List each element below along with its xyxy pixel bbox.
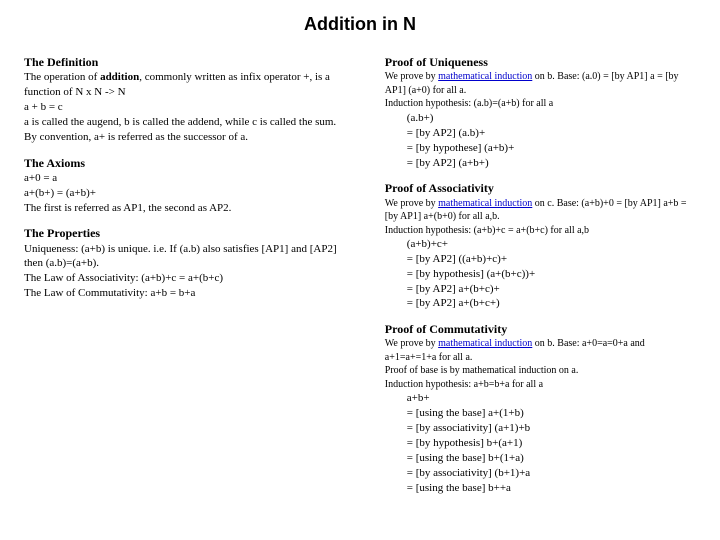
commutativity-proof-base: Proof of base is by mathematical inducti…: [385, 364, 696, 378]
commutativity-step: a+b+: [407, 391, 696, 406]
uniqueness-step: = [by AP2] (a.b)+: [407, 126, 696, 141]
associativity-step: = [by hypothesis] (a+(b+c))+: [407, 267, 696, 282]
left-column: The Definition The operation of addition…: [24, 48, 351, 495]
definition-successor: By convention, a+ is referred as the suc…: [24, 130, 351, 145]
associativity-step: = [by AP2] a+(b+c)+: [407, 282, 696, 297]
uniqueness-ih: Induction hypothesis: (a.b)=(a+b) for al…: [385, 97, 696, 111]
right-column: Proof of Uniqueness We prove by mathemat…: [385, 48, 696, 495]
prop-uniqueness: Uniqueness: (a+b) is unique. i.e. If (a.…: [24, 242, 351, 257]
axiom-names: The first is referred as AP1, the second…: [24, 201, 351, 216]
definition-line: The operation of addition, commonly writ…: [24, 70, 351, 100]
commutativity-step: = [using the base] b++a: [407, 481, 696, 496]
commutativity-step: = [using the base] a+(1+b): [407, 406, 696, 421]
mathematical-induction-link[interactable]: mathematical induction: [438, 198, 532, 209]
associativity-step: = [by AP2] ((a+b)+c)+: [407, 252, 696, 267]
uniqueness-step: = [by hypothese] (a+b)+: [407, 141, 696, 156]
associativity-step: (a+b)+c+: [407, 237, 696, 252]
mathematical-induction-link[interactable]: mathematical induction: [438, 338, 532, 349]
prop-commutativity: The Law of Commutativity: a+b = b+a: [24, 286, 351, 301]
page-title: Addition in N: [24, 12, 696, 36]
commutativity-step: = [by hypothesis] b+(a+1): [407, 436, 696, 451]
associativity-heading: Proof of Associativity: [385, 180, 696, 196]
definition-terms: a is called the augend, b is called the …: [24, 115, 351, 130]
associativity-base: We prove by mathematical induction on c.…: [385, 197, 696, 224]
uniqueness-heading: Proof of Uniqueness: [385, 54, 696, 70]
uniqueness-base: We prove by mathematical induction on b.…: [385, 70, 696, 97]
commutativity-step: = [by associativity] (a+1)+b: [407, 421, 696, 436]
axioms-heading: The Axioms: [24, 155, 351, 171]
commutativity-step: = [by associativity] (b+1)+a: [407, 466, 696, 481]
commutativity-step: = [using the base] b+(1+a): [407, 451, 696, 466]
commutativity-heading: Proof of Commutativity: [385, 321, 696, 337]
associativity-step: = [by AP2] a+(b+c+): [407, 296, 696, 311]
commutativity-ih: Induction hypothesis: a+b=b+a for all a: [385, 378, 696, 392]
prop-associativity: The Law of Associativity: (a+b)+c = a+(b…: [24, 271, 351, 286]
properties-heading: The Properties: [24, 225, 351, 241]
uniqueness-step: (a.b+): [407, 111, 696, 126]
associativity-ih: Induction hypothesis: (a+b)+c = a+(b+c) …: [385, 224, 696, 238]
two-column-layout: The Definition The operation of addition…: [24, 48, 696, 495]
commutativity-base: We prove by mathematical induction on b.…: [385, 337, 696, 364]
mathematical-induction-link[interactable]: mathematical induction: [438, 71, 532, 82]
prop-uniqueness-2: then (a.b)=(a+b).: [24, 256, 351, 271]
uniqueness-step: = [by AP2] (a+b+): [407, 156, 696, 171]
definition-heading: The Definition: [24, 54, 351, 70]
axiom-1: a+0 = a: [24, 171, 351, 186]
axiom-2: a+(b+) = (a+b)+: [24, 186, 351, 201]
definition-eq: a + b = c: [24, 100, 351, 115]
